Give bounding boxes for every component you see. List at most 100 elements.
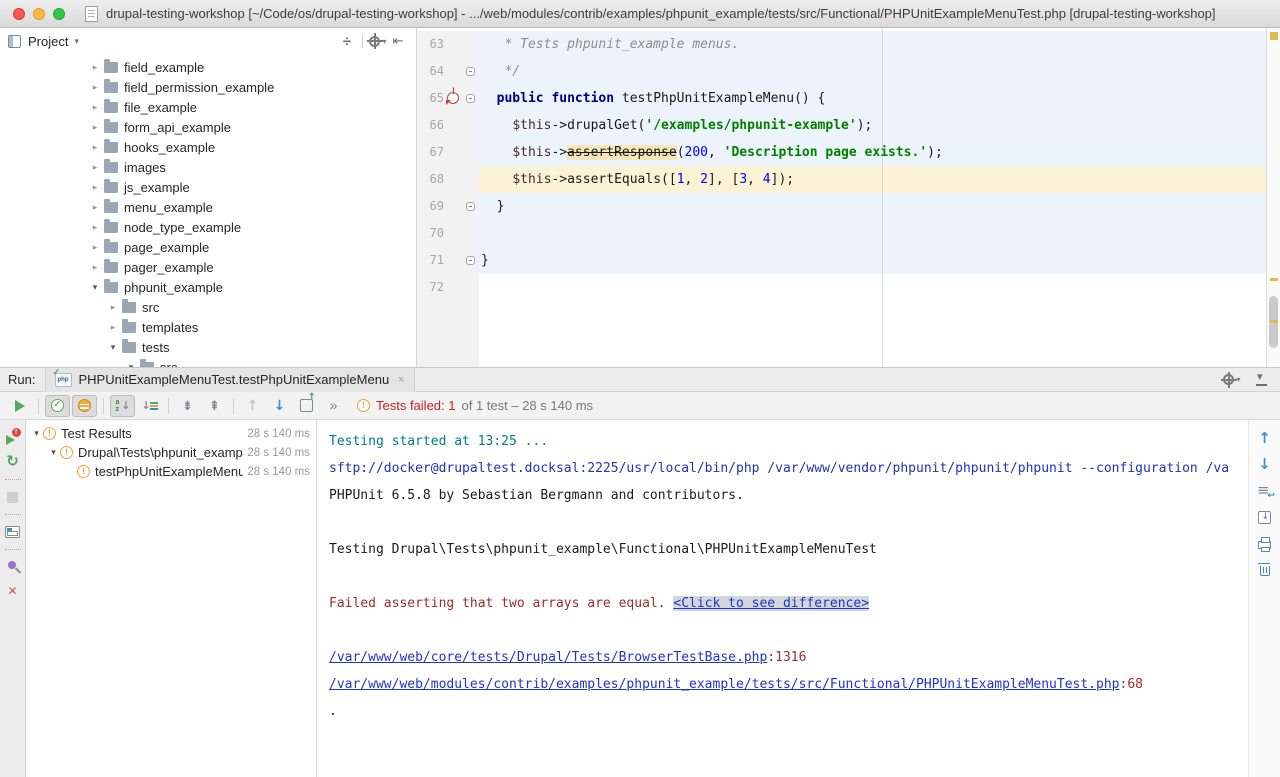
code-line-text[interactable] (479, 274, 1266, 301)
chevron-right-icon[interactable]: ▸ (88, 242, 102, 253)
chevron-right-icon[interactable]: ▸ (88, 222, 102, 233)
console-link[interactable]: /var/www/web/modules/contrib/examples/ph… (329, 677, 1120, 692)
project-tree-item[interactable]: ▾phpunit_example (0, 277, 416, 297)
code-line[interactable]: 70 (417, 220, 1266, 247)
gear-icon[interactable]: ▾ (368, 32, 388, 50)
down-the-stack-trace-button[interactable] (1254, 452, 1276, 478)
code-line-text[interactable]: } (479, 247, 1266, 274)
rerun-failed-tests-button[interactable] (2, 426, 24, 450)
project-tree-item[interactable]: ▸field_example (0, 57, 416, 77)
test-tree-row[interactable]: testPhpUnitExampleMenu28 s 140 ms (26, 462, 316, 481)
code-line[interactable]: 71} (417, 247, 1266, 274)
collapse-all-button[interactable] (202, 395, 227, 417)
clear-all-button[interactable] (1254, 556, 1276, 582)
chevron-right-icon[interactable]: ▸ (88, 82, 102, 93)
project-tree-item[interactable]: ▸hooks_example (0, 137, 416, 157)
project-tree-item[interactable]: ▾src (0, 357, 416, 367)
editor[interactable]: 63 * Tests phpunit_example menus.64 */65… (417, 28, 1280, 367)
restore-layout-button[interactable] (2, 520, 24, 544)
project-tree-item[interactable]: ▸page_example (0, 237, 416, 257)
code-line[interactable]: 63 * Tests phpunit_example menus. (417, 31, 1266, 58)
print-button[interactable] (1254, 530, 1276, 556)
project-panel-title[interactable]: Project (28, 34, 68, 49)
hide-panel-icon[interactable]: ⇤ (388, 32, 408, 50)
warning-stripe-mark[interactable] (1270, 278, 1278, 281)
code-line[interactable]: 68 $this->assertEquals([1, 2], [3, 4]); (417, 166, 1266, 193)
project-tree-item[interactable]: ▸field_permission_example (0, 77, 416, 97)
editor-filler[interactable] (417, 301, 1266, 367)
fold-marker-icon[interactable] (466, 94, 475, 103)
sort-by-duration-button[interactable] (137, 395, 162, 417)
code-line-text[interactable]: $this->drupalGet('/examples/phpunit-exam… (479, 112, 1266, 139)
console-link[interactable]: /var/www/web/core/tests/Drupal/Tests/Bro… (329, 650, 767, 665)
code-line-text[interactable] (479, 220, 1266, 247)
chevron-right-icon[interactable]: ▸ (88, 142, 102, 153)
chevron-down-icon[interactable]: ▾ (47, 447, 60, 458)
code-line[interactable]: 64 */ (417, 58, 1266, 85)
chevron-right-icon[interactable]: ▸ (88, 262, 102, 273)
soft-wrap-button[interactable] (1254, 478, 1276, 504)
code-area[interactable]: 63 * Tests phpunit_example menus.64 */65… (417, 28, 1266, 367)
stop-button[interactable] (2, 485, 24, 509)
console-link[interactable]: <Click to see difference> (673, 596, 869, 611)
project-tree-item[interactable]: ▸menu_example (0, 197, 416, 217)
project-tree-item[interactable]: ▸pager_example (0, 257, 416, 277)
chevron-down-icon[interactable]: ▾ (124, 362, 138, 368)
run-tab[interactable]: PHPUnitExampleMenuTest.testPhpUnitExampl… (45, 368, 414, 392)
code-line-text[interactable]: $this->assertEquals([1, 2], [3, 4]); (479, 166, 1266, 193)
sort-alphabetically-button[interactable] (110, 395, 135, 417)
pin-tab-button[interactable] (2, 555, 24, 579)
chevron-right-icon[interactable]: ▸ (88, 62, 102, 73)
next-failed-test-button[interactable] (267, 395, 292, 417)
failed-test-run-icon[interactable] (447, 92, 459, 104)
expand-all-button[interactable] (175, 395, 200, 417)
project-tree-item[interactable]: ▸node_type_example (0, 217, 416, 237)
warning-stripe-mark[interactable] (1270, 320, 1278, 323)
code-line-text[interactable]: */ (479, 58, 1266, 85)
code-line[interactable]: 65 public function testPhpUnitExampleMen… (417, 85, 1266, 112)
previous-failed-test-button[interactable] (240, 395, 265, 417)
chevron-down-icon[interactable]: ▾ (74, 36, 79, 47)
close-button[interactable] (2, 579, 24, 603)
project-tree-item[interactable]: ▸form_api_example (0, 117, 416, 137)
code-line-text[interactable]: } (479, 193, 1266, 220)
chevron-right-icon[interactable]: ▸ (88, 102, 102, 113)
show-ignored-button[interactable] (72, 395, 97, 417)
minimize-window-button[interactable] (33, 8, 45, 20)
project-tree-item[interactable]: ▸file_example (0, 97, 416, 117)
code-line-text[interactable]: * Tests phpunit_example menus. (479, 31, 1266, 58)
test-console[interactable]: Testing started at 13:25 ...sftp://docke… (317, 420, 1248, 777)
code-line[interactable]: 72 (417, 274, 1266, 301)
error-stripe[interactable] (1266, 28, 1280, 367)
code-line-text[interactable]: public function testPhpUnitExampleMenu()… (479, 85, 1266, 112)
project-tree-item[interactable]: ▸images (0, 157, 416, 177)
close-tab-icon[interactable]: × (398, 374, 404, 386)
close-window-button[interactable] (13, 8, 25, 20)
up-the-stack-trace-button[interactable] (1254, 426, 1276, 452)
code-line[interactable]: 67 $this->assertResponse(200, 'Descripti… (417, 139, 1266, 166)
chevron-down-icon[interactable]: ▾ (106, 342, 120, 353)
chevron-right-icon[interactable]: ▸ (106, 302, 120, 313)
project-tree-item[interactable]: ▸src (0, 297, 416, 317)
fold-marker-icon[interactable] (466, 202, 475, 211)
chevron-right-icon[interactable]: ▸ (88, 182, 102, 193)
chevron-right-icon[interactable]: ▸ (88, 122, 102, 133)
warning-stripe-mark[interactable] (1270, 32, 1278, 40)
code-line[interactable]: 69 } (417, 193, 1266, 220)
test-tree-row[interactable]: ▾Drupal\Tests\phpunit_example\Functional… (26, 443, 316, 462)
fold-marker-icon[interactable] (466, 67, 475, 76)
code-line-text[interactable]: $this->assertResponse(200, 'Description … (479, 139, 1266, 166)
chevron-down-icon[interactable]: ▾ (30, 428, 43, 439)
zoom-window-button[interactable] (53, 8, 65, 20)
collapse-all-icon[interactable]: ÷ (337, 32, 357, 50)
fold-marker-icon[interactable] (466, 256, 475, 265)
hide-run-panel-icon[interactable] (1256, 374, 1268, 386)
project-tree-item[interactable]: ▾tests (0, 337, 416, 357)
chevron-right-icon[interactable]: ▸ (88, 162, 102, 173)
project-tree-item[interactable]: ▸templates (0, 317, 416, 337)
run-settings-gear-icon[interactable]: ▾ (1222, 371, 1242, 389)
chevron-down-icon[interactable]: ▾ (88, 282, 102, 293)
toggle-auto-test-button[interactable] (2, 450, 24, 474)
chevron-right-icon[interactable]: ▸ (88, 202, 102, 213)
code-line[interactable]: 66 $this->drupalGet('/examples/phpunit-e… (417, 112, 1266, 139)
